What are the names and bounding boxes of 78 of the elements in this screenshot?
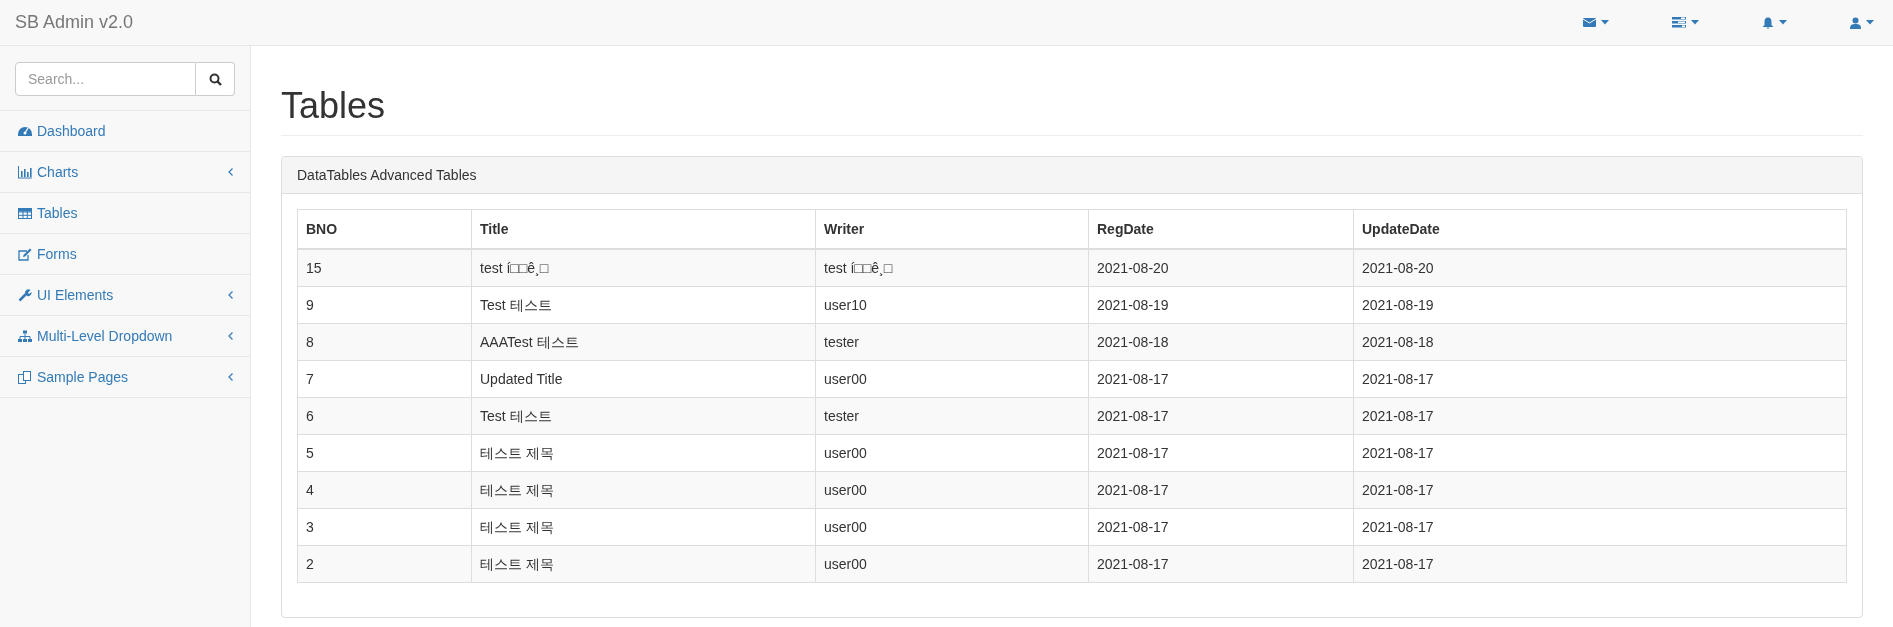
- table-cell: tester: [815, 397, 1089, 435]
- table-cell: 2021-08-17: [1353, 508, 1847, 546]
- table-cell: 2021-08-17: [1353, 545, 1847, 583]
- table-cell: 테스트 제목: [471, 545, 816, 583]
- caret-icon: [1601, 20, 1609, 25]
- table-cell: user00: [815, 434, 1089, 472]
- table-cell: 2021-08-17: [1353, 360, 1847, 398]
- table-cell: user10: [815, 286, 1089, 324]
- table-cell: Updated Title: [471, 360, 816, 398]
- search-field[interactable]: Search...: [15, 62, 196, 96]
- table-cell: 2021-08-17: [1088, 434, 1354, 472]
- sidebar-item[interactable]: Dashboard: [0, 111, 250, 152]
- envelope-icon: [1583, 17, 1596, 28]
- table-cell: user00: [815, 360, 1089, 398]
- table-cell: 2021-08-17: [1353, 471, 1847, 509]
- column-header: UpdateDate: [1353, 209, 1847, 249]
- sitemap-icon: [18, 329, 32, 343]
- table-cell: 2021-08-17: [1088, 397, 1354, 435]
- table-cell: 2021-08-17: [1353, 434, 1847, 472]
- table-cell: 2021-08-17: [1088, 471, 1354, 509]
- table-cell: 9: [297, 286, 472, 324]
- table-cell: 2021-08-18: [1088, 323, 1354, 361]
- column-header: BNO: [297, 209, 472, 249]
- table-cell: 테스트 제목: [471, 434, 816, 472]
- bar-chart-icon: [18, 165, 32, 179]
- sidebar-item[interactable]: Charts: [0, 152, 250, 193]
- page-title: Tables: [281, 86, 1863, 136]
- column-header: RegDate: [1088, 209, 1354, 249]
- caret-icon: [1779, 20, 1787, 25]
- table-cell: user00: [815, 508, 1089, 546]
- table-cell: 2021-08-20: [1353, 248, 1847, 287]
- table-cell: Test 테스트: [471, 286, 816, 324]
- sidebar-item[interactable]: Forms: [0, 234, 250, 275]
- table-cell: 2021-08-20: [1088, 248, 1354, 287]
- column-header: Title: [471, 209, 816, 249]
- user-icon: [1850, 16, 1861, 29]
- table-cell: 6: [297, 397, 472, 435]
- table-cell: 테스트 제목: [471, 508, 816, 546]
- table-cell: 테스트 제목: [471, 471, 816, 509]
- table-cell: 2021-08-19: [1088, 286, 1354, 324]
- edit-icon: [18, 247, 32, 261]
- sidebar-item[interactable]: Multi-Level Dropdown: [0, 316, 250, 357]
- table-cell: user00: [815, 471, 1089, 509]
- wrench-icon: [18, 288, 32, 302]
- brand-link[interactable]: SB Admin v2.0: [0, 12, 134, 33]
- table-cell: 2021-08-17: [1088, 360, 1354, 398]
- table-cell: 2021-08-17: [1353, 397, 1847, 435]
- table-cell: Test 테스트: [471, 397, 816, 435]
- list-icon: [1672, 17, 1686, 28]
- table-cell: tester: [815, 323, 1089, 361]
- table-icon: [18, 206, 32, 220]
- files-icon: [18, 370, 32, 384]
- bell-icon: [1762, 16, 1774, 29]
- sidebar-item[interactable]: UI Elements: [0, 275, 250, 316]
- table-cell: 15: [297, 248, 472, 287]
- table-cell: test í□□ê¸□: [471, 248, 816, 287]
- caret-icon: [1866, 20, 1874, 25]
- table-cell: 2021-08-17: [1088, 508, 1354, 546]
- sidebar-item[interactable]: Tables: [0, 193, 250, 234]
- table-cell: user00: [815, 545, 1089, 583]
- table-cell: 2021-08-17: [1088, 545, 1354, 583]
- table-cell: 2: [297, 545, 472, 583]
- caret-icon: [1691, 20, 1699, 25]
- search-button[interactable]: [196, 62, 235, 96]
- table-cell: 4: [297, 471, 472, 509]
- search-icon: [208, 72, 222, 86]
- dashboard-icon: [18, 124, 32, 138]
- table-cell: 5: [297, 434, 472, 472]
- sidebar-item[interactable]: Sample Pages: [0, 357, 250, 398]
- table-cell: test í□□ê¸□: [815, 248, 1089, 287]
- table-cell: 2021-08-19: [1353, 286, 1847, 324]
- table-cell: AAATest 테스트: [471, 323, 816, 361]
- table-cell: 7: [297, 360, 472, 398]
- panel-heading: DataTables Advanced Tables: [282, 156, 1862, 194]
- column-header: Writer: [815, 209, 1089, 249]
- table-cell: 2021-08-18: [1353, 323, 1847, 361]
- table-cell: 3: [297, 508, 472, 546]
- table-cell: 8: [297, 323, 472, 361]
